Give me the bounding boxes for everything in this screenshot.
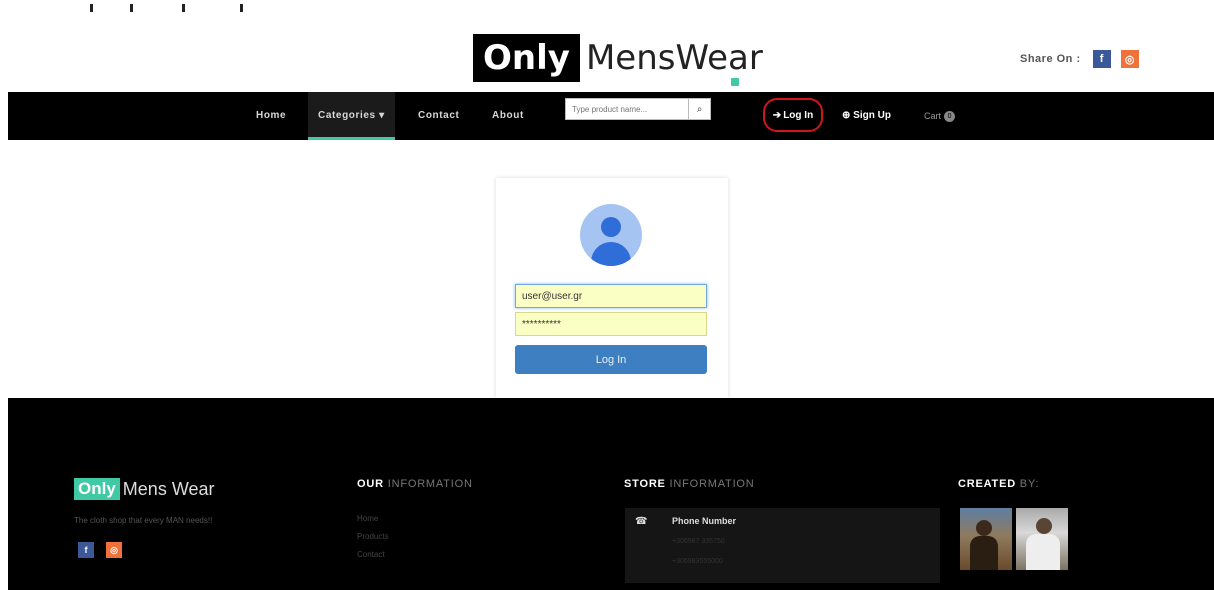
login-label: Log In bbox=[783, 109, 814, 121]
cart-count-badge: 0 bbox=[944, 110, 956, 122]
nav-about[interactable]: About bbox=[492, 92, 524, 140]
store-info-box: ☎ Phone Number +306987 335750 +306983555… bbox=[625, 508, 940, 583]
share-bar: Share On : f ◎ bbox=[1020, 50, 1139, 68]
cart-link[interactable]: Cart 0 bbox=[924, 92, 956, 140]
login-button[interactable]: Log In bbox=[515, 345, 707, 374]
site-logo[interactable]: Only MensWear bbox=[473, 34, 763, 86]
login-link[interactable]: ➔ Log In bbox=[763, 98, 823, 132]
password-field[interactable] bbox=[515, 312, 707, 336]
footer-tagline: The cloth shop that every MAN needs!! bbox=[74, 516, 213, 525]
facebook-icon[interactable]: f bbox=[78, 542, 94, 558]
creator-photo-2[interactable] bbox=[1016, 508, 1068, 570]
facebook-icon[interactable]: f bbox=[1092, 50, 1111, 68]
logo-menswear-text: MensWear bbox=[585, 38, 763, 78]
footer-logo-only: Only bbox=[74, 478, 120, 500]
phone-icon: ☎ bbox=[635, 516, 648, 527]
share-label: Share On : bbox=[1020, 53, 1081, 65]
logo-only-text: Only bbox=[473, 34, 580, 82]
signup-link[interactable]: ⊕ Sign Up bbox=[842, 92, 891, 140]
nav-contact[interactable]: Contact bbox=[418, 92, 459, 140]
site-footer: Only Mens Wear The cloth shop that every… bbox=[8, 398, 1214, 590]
user-avatar-icon bbox=[580, 204, 642, 266]
footer-link-home[interactable]: Home bbox=[357, 510, 389, 528]
signup-icon: ⊕ bbox=[842, 110, 851, 121]
store-information-heading: STORE INFORMATION bbox=[624, 478, 755, 490]
phone-number-2: +306983555000 bbox=[672, 558, 723, 565]
search-input[interactable] bbox=[566, 100, 688, 118]
phone-number-1: +306987 335750 bbox=[672, 538, 725, 545]
logo-accent-mark bbox=[731, 78, 739, 86]
search-bar: ⌕ bbox=[565, 98, 711, 120]
nav-categories[interactable]: Categories ▾ bbox=[308, 92, 395, 140]
footer-links: Home Products Contact bbox=[357, 510, 389, 564]
footer-link-products[interactable]: Products bbox=[357, 528, 389, 546]
our-information-heading: OUR INFORMATION bbox=[357, 478, 473, 490]
main-navbar: Home Categories ▾ Contact About ⌕ ➔ Log … bbox=[8, 92, 1214, 140]
nav-home[interactable]: Home bbox=[256, 92, 286, 140]
creator-photo-1[interactable] bbox=[960, 508, 1012, 570]
footer-logo[interactable]: Only Mens Wear bbox=[74, 478, 215, 500]
email-field[interactable] bbox=[515, 284, 707, 308]
search-icon[interactable]: ⌕ bbox=[688, 99, 710, 119]
login-icon: ➔ bbox=[772, 109, 782, 121]
footer-link-contact[interactable]: Contact bbox=[357, 546, 389, 564]
rss-icon[interactable]: ◎ bbox=[1120, 50, 1139, 68]
footer-logo-menswear: Mens Wear bbox=[122, 478, 215, 499]
signup-label: Sign Up bbox=[853, 110, 891, 121]
page-artifact bbox=[60, 4, 260, 14]
phone-label: Phone Number bbox=[672, 516, 737, 526]
created-by-heading: CREATED BY: bbox=[958, 478, 1040, 490]
cart-label: Cart bbox=[924, 111, 942, 121]
rss-icon[interactable]: ◎ bbox=[106, 542, 122, 558]
footer-social: f ◎ bbox=[78, 542, 122, 558]
login-card: Log In bbox=[496, 178, 728, 398]
